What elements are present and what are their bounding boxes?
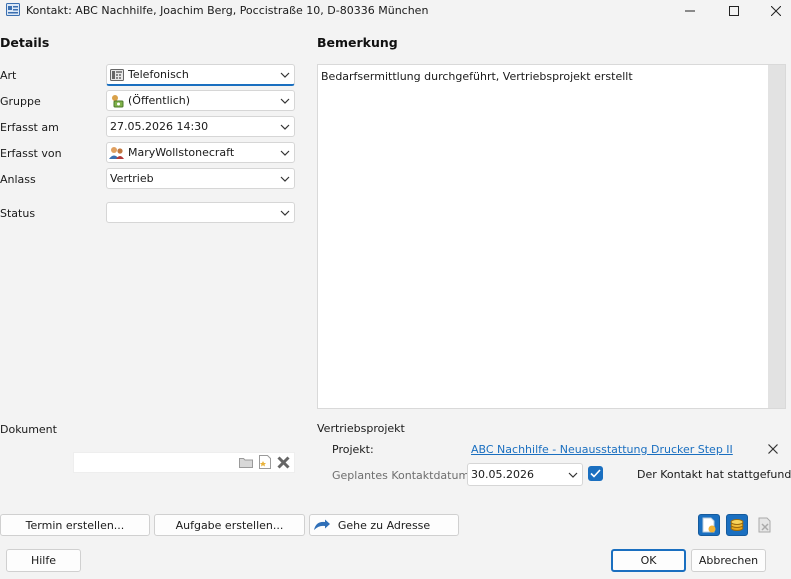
ok-button[interactable]: OK: [611, 549, 686, 572]
remarks-textarea[interactable]: Bedarfsermittlung durchgeführt, Vertrieb…: [317, 64, 786, 409]
planned-date-label: Geplantes Kontaktdatum:: [332, 469, 473, 482]
status-select[interactable]: [106, 202, 295, 223]
erfasst-von-value: MaryWollstonecraft: [128, 146, 235, 159]
art-select[interactable]: Telefonisch: [106, 64, 295, 86]
art-label: Art: [0, 69, 17, 82]
erfasst-von-label: Erfasst von: [0, 147, 62, 160]
minimize-button[interactable]: [670, 0, 710, 22]
gruppe-label: Gruppe: [0, 95, 41, 108]
gruppe-select[interactable]: (Öffentlich): [106, 90, 295, 111]
chevron-down-icon: [276, 72, 294, 78]
maximize-button[interactable]: [714, 0, 754, 22]
remarks-heading: Bemerkung: [317, 35, 398, 50]
document-label: Dokument: [0, 423, 57, 436]
create-task-button[interactable]: Aufgabe erstellen...: [154, 514, 305, 536]
cancel-button[interactable]: Abbrechen: [691, 549, 766, 572]
chevron-down-icon: [276, 98, 294, 104]
erfasst-am-label: Erfasst am: [0, 121, 59, 134]
navigate-arrow-icon: [314, 519, 330, 530]
minimize-icon: [685, 10, 695, 12]
erfasst-von-select[interactable]: MaryWollstonecraft: [106, 142, 295, 163]
details-heading: Details: [0, 35, 50, 50]
title-bar: Kontakt: ABC Nachhilfe, Joachim Berg, Po…: [0, 0, 791, 22]
delete-icon[interactable]: [277, 456, 290, 472]
delete-document-toolbar-button[interactable]: [754, 514, 776, 536]
close-icon: [768, 444, 778, 454]
took-place-label: Der Kontakt hat stattgefunden: [637, 468, 791, 481]
create-appointment-button[interactable]: Termin erstellen...: [0, 514, 150, 536]
coins-toolbar-button[interactable]: [726, 514, 748, 536]
erfasst-am-datepicker[interactable]: 27.05.2026 14:30: [106, 116, 295, 137]
close-button[interactable]: [756, 0, 791, 22]
contact-card-icon: [6, 3, 20, 16]
gruppe-value: (Öffentlich): [128, 94, 191, 107]
maximize-icon: [729, 6, 739, 16]
chevron-down-icon: [276, 124, 294, 130]
project-label: Projekt:: [332, 443, 374, 456]
chevron-down-icon: [276, 176, 294, 182]
erfasst-am-value: 27.05.2026 14:30: [110, 120, 209, 133]
project-link[interactable]: ABC Nachhilfe - Neuausstattung Drucker S…: [471, 443, 733, 456]
art-value: Telefonisch: [128, 68, 189, 81]
chevron-down-icon: [564, 472, 582, 478]
group-icon: [109, 94, 125, 108]
new-document-icon[interactable]: [259, 455, 271, 472]
coins-icon: [730, 519, 744, 531]
go-to-address-label: Gehe zu Adresse: [337, 518, 431, 532]
planned-date-value: 30.05.2026: [471, 468, 534, 481]
chevron-down-icon: [276, 210, 294, 216]
planned-date-picker[interactable]: 30.05.2026: [467, 463, 583, 486]
close-icon: [771, 6, 781, 16]
phone-icon: [109, 68, 125, 82]
delete-document-icon: [758, 517, 771, 533]
window-title: Kontakt: ABC Nachhilfe, Joachim Berg, Po…: [26, 4, 429, 17]
status-label: Status: [0, 207, 36, 220]
help-button[interactable]: Hilfe: [6, 549, 81, 572]
remove-project-button[interactable]: [768, 444, 778, 457]
new-document-toolbar-button[interactable]: [698, 514, 720, 536]
remarks-text: Bedarfsermittlung durchgeführt, Vertrieb…: [321, 70, 633, 83]
chevron-down-icon: [276, 150, 294, 156]
go-to-address-button[interactable]: Gehe zu Adresse: [309, 514, 459, 536]
took-place-checkbox[interactable]: [588, 466, 603, 481]
checkmark-icon: [590, 469, 601, 478]
remarks-scrollbar[interactable]: [768, 65, 785, 408]
users-icon: [109, 146, 125, 160]
new-document-icon: [702, 517, 716, 533]
anlass-select[interactable]: Vertrieb: [106, 168, 295, 189]
anlass-value: Vertrieb: [110, 172, 154, 185]
anlass-label: Anlass: [0, 173, 36, 186]
sales-project-heading: Vertriebsprojekt: [317, 422, 405, 435]
folder-icon[interactable]: [239, 456, 253, 471]
